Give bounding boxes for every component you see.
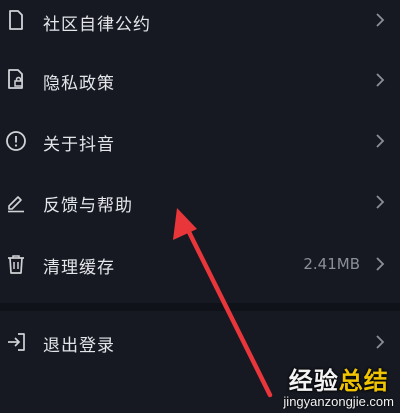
chevron-right-icon (373, 10, 387, 30)
trash-icon (5, 253, 27, 275)
menu-item-community-guidelines[interactable]: 社区自律公约 (0, 0, 400, 48)
watermark-title-part2: 总结 (338, 367, 389, 395)
chevron-right-icon (373, 131, 387, 151)
pencil-icon (5, 191, 27, 213)
settings-screen: 社区自律公约 隐私政策 关于抖音 反馈与帮助 清理缓存 2.41MB 退出登录 … (0, 0, 400, 413)
watermark: 经验总结 jingyanzongjie.com (283, 367, 394, 409)
menu-label: 反馈与帮助 (43, 196, 133, 216)
watermark-url: jingyanzongjie.com (283, 394, 394, 409)
watermark-title: 经验总结 (283, 367, 394, 395)
watermark-title-part1: 经验 (288, 367, 339, 395)
section-divider (0, 303, 400, 311)
logout-icon (5, 331, 27, 353)
menu-label: 退出登录 (43, 336, 115, 356)
menu-item-about[interactable]: 关于抖音 (0, 117, 400, 165)
menu-label: 清理缓存 (43, 258, 115, 278)
menu-item-feedback-help[interactable]: 反馈与帮助 (0, 178, 400, 226)
chevron-right-icon (373, 192, 387, 212)
privacy-lock-icon (5, 68, 27, 90)
chevron-right-icon (373, 70, 387, 90)
menu-item-clear-cache[interactable]: 清理缓存 2.41MB (0, 240, 400, 288)
cache-size-value: 2.41MB (303, 255, 360, 273)
menu-label: 隐私政策 (43, 74, 115, 94)
menu-label: 社区自律公约 (43, 15, 151, 35)
menu-label: 关于抖音 (43, 135, 115, 155)
menu-item-privacy-policy[interactable]: 隐私政策 (0, 55, 400, 103)
menu-item-logout[interactable]: 退出登录 (0, 318, 400, 366)
chevron-right-icon (373, 332, 387, 352)
chevron-right-icon (373, 254, 387, 274)
info-icon (5, 130, 27, 152)
document-icon (5, 9, 27, 31)
